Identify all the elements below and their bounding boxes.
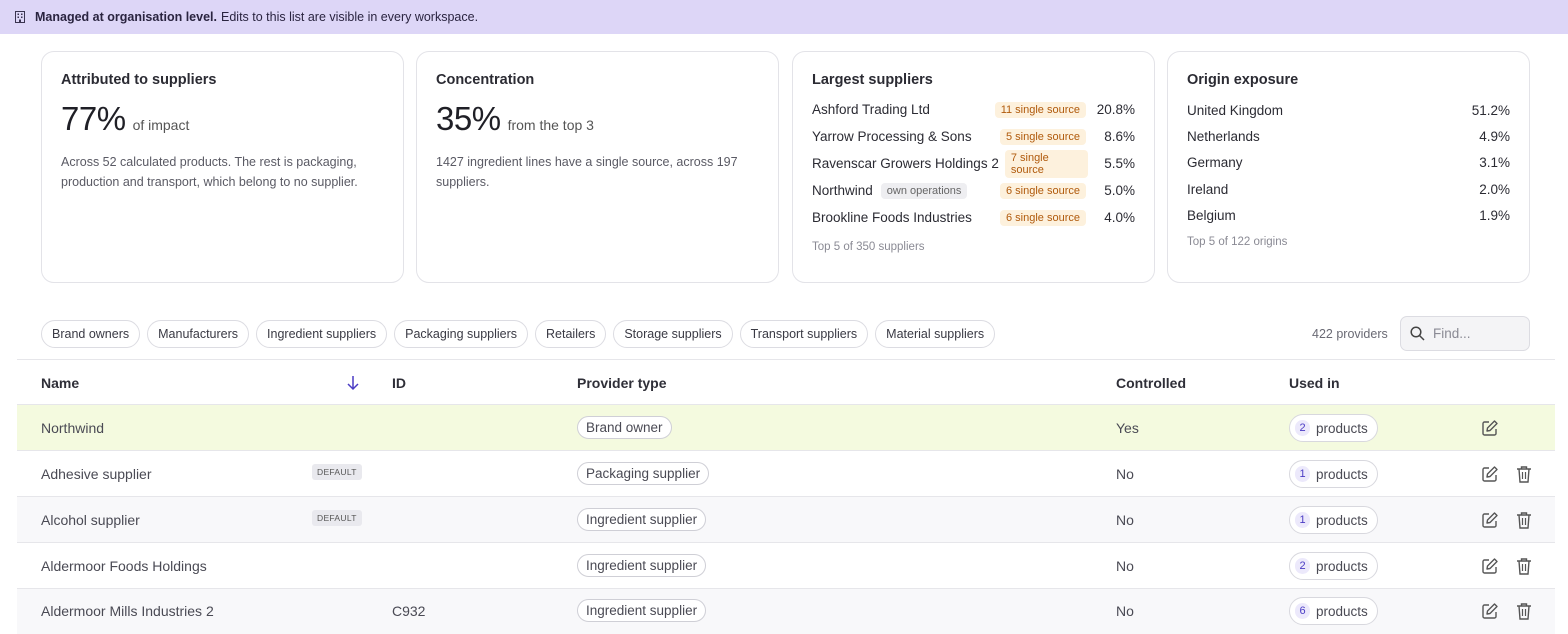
trash-icon[interactable] (1516, 511, 1532, 529)
provider-count: 422 providers (1312, 327, 1388, 341)
origin-row: Ireland 2.0% (1187, 181, 1510, 197)
edit-icon[interactable] (1481, 419, 1499, 437)
filter-chip[interactable]: Manufacturers (147, 320, 250, 348)
filter-chip[interactable]: Material suppliers (875, 320, 996, 348)
provider-id: C932 (392, 603, 426, 619)
filter-chip[interactable]: Packaging suppliers (394, 320, 529, 348)
provider-name: Alcohol supplier (41, 512, 140, 528)
largest-footer: Top 5 of 350 suppliers (812, 241, 925, 253)
filter-chip[interactable]: Transport suppliers (739, 320, 869, 348)
controlled-value: No (1116, 558, 1134, 574)
used-in-products-button[interactable]: 2 products (1289, 552, 1378, 580)
provider-name: Adhesive supplier (41, 466, 152, 482)
sort-descending-icon[interactable] (346, 375, 360, 391)
own-operations-badge: own operations (880, 182, 968, 199)
building-icon (15, 11, 25, 23)
attributed-value: 77% (61, 100, 126, 137)
card-title: Concentration (436, 72, 535, 88)
single-source-badge: 6 single source (1000, 209, 1086, 226)
origin-row: Netherlands 4.9% (1187, 128, 1510, 144)
origin-row: Belgium 1.9% (1187, 207, 1510, 223)
controlled-value: No (1116, 466, 1134, 482)
origin-row: Germany 3.1% (1187, 155, 1510, 171)
largest-suppliers-card: Largest suppliers Ashford Trading Ltd 11 … (792, 51, 1155, 283)
edit-icon[interactable] (1481, 511, 1499, 529)
table-row[interactable]: Alcohol supplier DEFAULT Ingredient supp… (17, 497, 1555, 543)
used-in-products-button[interactable]: 1 products (1289, 460, 1378, 488)
card-title: Attributed to suppliers (61, 72, 217, 88)
origin-footer: Top 5 of 122 origins (1187, 236, 1288, 249)
single-source-badge: 11 single source (994, 101, 1086, 118)
provider-name: Aldermoor Mills Industries 2 (41, 603, 214, 619)
table-row[interactable]: Aldermoor Foods Holdings Ingredient supp… (17, 543, 1555, 589)
edit-icon[interactable] (1481, 557, 1499, 575)
table-header: Name ID Provider type Controlled Used in (17, 359, 1555, 405)
attributed-description: Across 52 calculated products. The rest … (61, 155, 358, 189)
table-row[interactable]: Aldermoor Mills Industries 2 C932 Ingred… (17, 589, 1555, 634)
banner-bold-text: Managed at organisation level. (35, 10, 217, 24)
column-header-name[interactable]: Name (41, 375, 79, 391)
supplier-row[interactable]: Yarrow Processing & Sons 5 single source 8… (812, 123, 1135, 150)
provider-name: Northwind (41, 420, 105, 436)
card-title: Largest suppliers (812, 72, 933, 88)
single-source-badge: 5 single source (1000, 128, 1086, 145)
search-box[interactable] (1400, 316, 1530, 351)
table-row[interactable]: Northwind Brand owner Yes 2 products (17, 405, 1555, 451)
supplier-row[interactable]: Ravenscar Growers Holdings 27 single sou… (812, 149, 1135, 178)
single-source-badge: 7 single source (1004, 149, 1088, 178)
edit-icon[interactable] (1481, 465, 1499, 483)
provider-name: Aldermoor Foods Holdings (41, 558, 207, 574)
origin-exposure-card: Origin exposure United Kingdom 51.2% Neth… (1167, 51, 1530, 283)
provider-type-pill: Ingredient supplier (577, 554, 707, 577)
controlled-value: No (1116, 603, 1134, 619)
used-in-products-button[interactable]: 1 products (1289, 506, 1378, 534)
concentration-card: Concentration 35% from the top 3 1427 ing… (416, 51, 779, 283)
provider-type-pill: Ingredient supplier (577, 599, 707, 622)
table-row[interactable]: Adhesive supplier DEFAULT Packaging supp… (17, 451, 1555, 497)
controlled-value: Yes (1116, 420, 1139, 436)
used-in-products-button[interactable]: 6 products (1289, 597, 1378, 625)
trash-icon[interactable] (1516, 602, 1532, 620)
concentration-suffix: from the top 3 (507, 117, 594, 133)
search-input[interactable] (1433, 326, 1523, 341)
provider-type-pill: Brand owner (577, 416, 672, 439)
banner-text: Edits to this list are visible in every … (221, 10, 479, 24)
card-title: Origin exposure (1187, 72, 1299, 88)
column-header-type[interactable]: Provider type (577, 375, 666, 391)
attributed-suffix: of impact (132, 117, 190, 133)
trash-icon[interactable] (1516, 465, 1532, 483)
provider-type-pill: Packaging supplier (577, 462, 710, 485)
used-in-products-button[interactable]: 2 products (1289, 414, 1378, 442)
supplier-row[interactable]: Ashford Trading Ltd 11 single source 20.8% (812, 96, 1135, 123)
filter-chips: Brand owners Manufacturers Ingredient su… (41, 320, 996, 348)
org-banner: Managed at organisation level. Edits to … (0, 0, 1568, 34)
filter-chip[interactable]: Retailers (535, 320, 607, 348)
attributed-card: Attributed to suppliers 77% of impact Acr… (41, 51, 404, 283)
column-header-controlled[interactable]: Controlled (1116, 375, 1186, 391)
filter-chip[interactable]: Storage suppliers (613, 320, 733, 348)
column-header-id[interactable]: ID (392, 375, 406, 391)
controlled-value: No (1116, 512, 1134, 528)
default-badge: DEFAULT (312, 464, 362, 480)
column-header-used-in[interactable]: Used in (1289, 375, 1340, 391)
edit-icon[interactable] (1481, 602, 1499, 620)
provider-type-pill: Ingredient supplier (577, 508, 707, 531)
concentration-description: 1427 ingredient lines have a single sour… (436, 155, 738, 189)
filter-chip[interactable]: Ingredient suppliers (256, 320, 388, 348)
single-source-badge: 6 single source (1000, 182, 1086, 199)
filter-chip[interactable]: Brand owners (41, 320, 141, 348)
supplier-row[interactable]: Brookline Foods Industries 6 single sourc… (812, 204, 1135, 231)
supplier-row[interactable]: Northwind own operations 6 single source 5.… (812, 177, 1135, 204)
search-icon (1410, 326, 1425, 341)
default-badge: DEFAULT (312, 510, 362, 526)
trash-icon[interactable] (1516, 557, 1532, 575)
origin-row: United Kingdom 51.2% (1187, 102, 1510, 118)
concentration-value: 35% (436, 100, 501, 137)
